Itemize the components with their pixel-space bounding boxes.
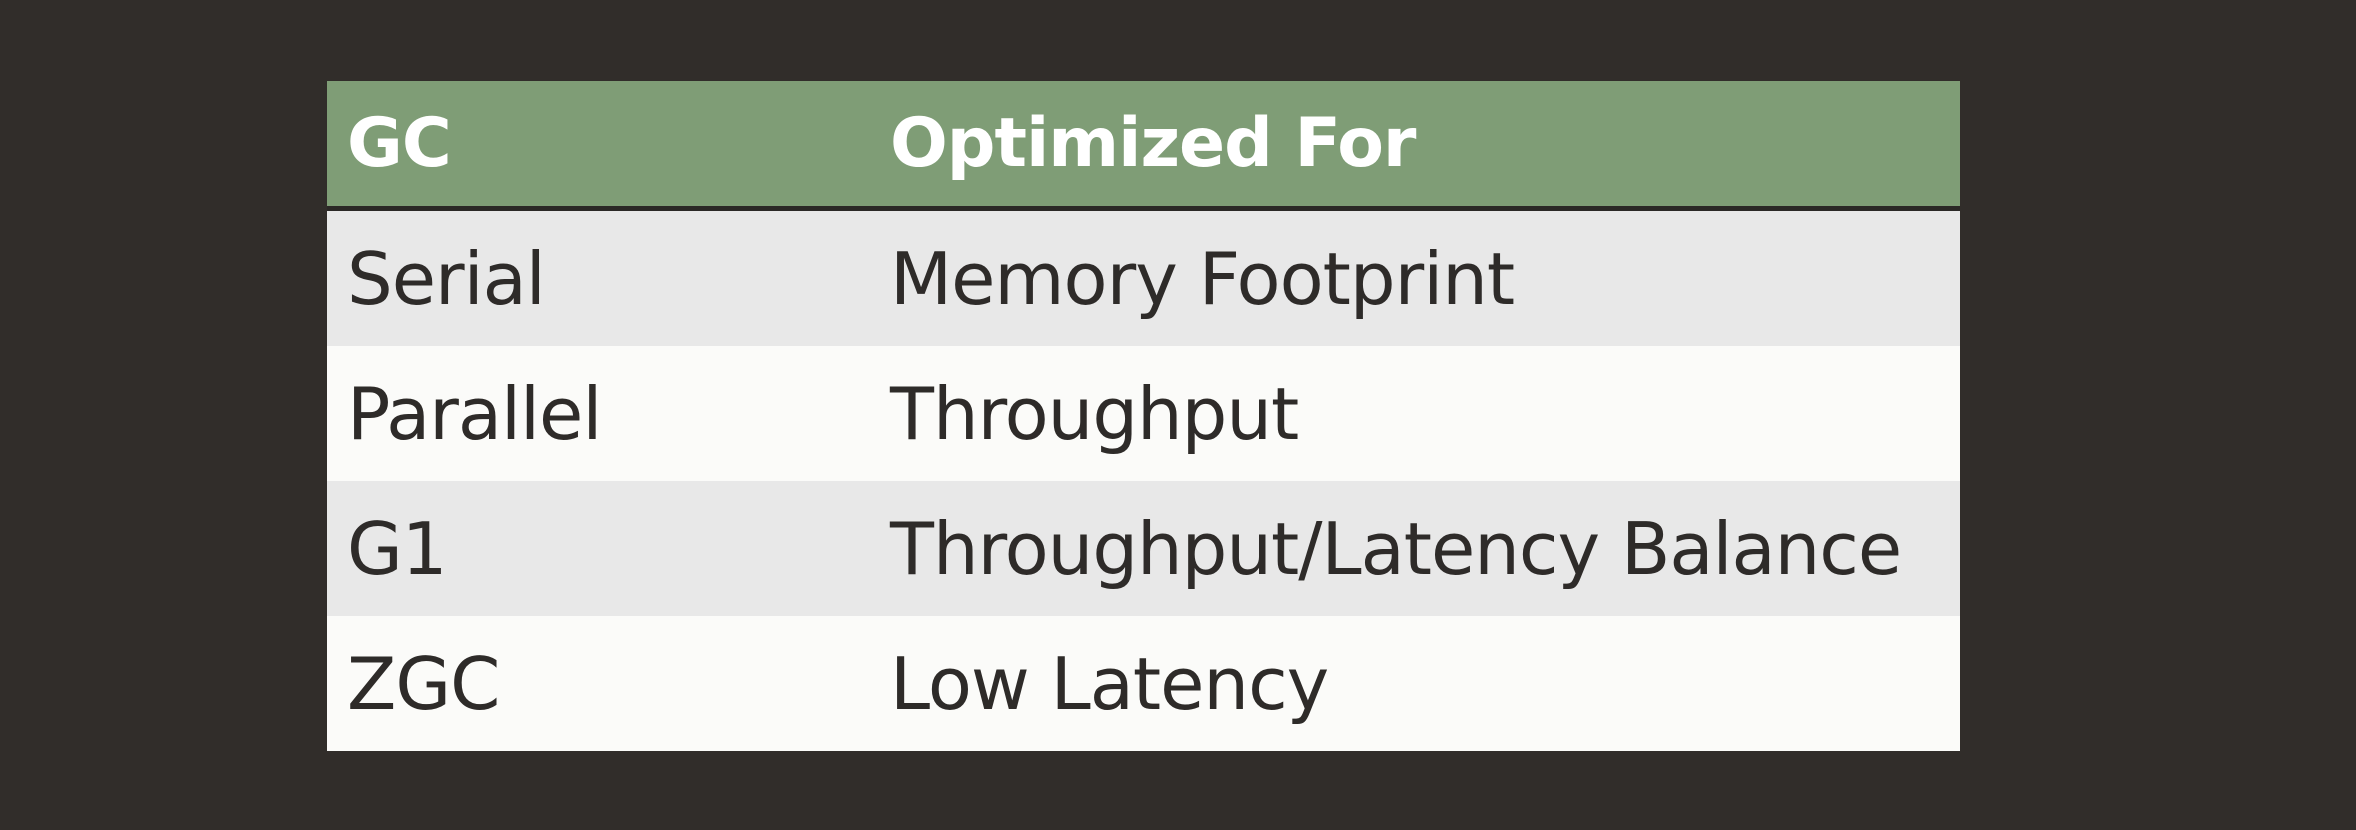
gc-comparison-table: GC Optimized For Serial Memory Footprint… — [327, 81, 1960, 751]
optimized-for-cell: Memory Footprint — [890, 236, 1515, 321]
optimized-for-cell: Throughput — [890, 371, 1299, 456]
column-header-gc: GC — [347, 104, 452, 183]
gc-name-cell: Parallel — [347, 371, 602, 456]
gc-name-cell: ZGC — [347, 641, 500, 726]
table-row: ZGC Low Latency — [327, 616, 1960, 751]
table-header-row: GC Optimized For — [327, 81, 1960, 211]
table-row: Parallel Throughput — [327, 346, 1960, 481]
optimized-for-cell: Low Latency — [890, 641, 1329, 726]
optimized-for-cell: Throughput/Latency Balance — [890, 506, 1902, 591]
gc-name-cell: G1 — [347, 506, 448, 591]
table-row: Serial Memory Footprint — [327, 211, 1960, 346]
table-row: G1 Throughput/Latency Balance — [327, 481, 1960, 616]
column-header-optimized-for: Optimized For — [890, 104, 1416, 183]
gc-name-cell: Serial — [347, 236, 546, 321]
